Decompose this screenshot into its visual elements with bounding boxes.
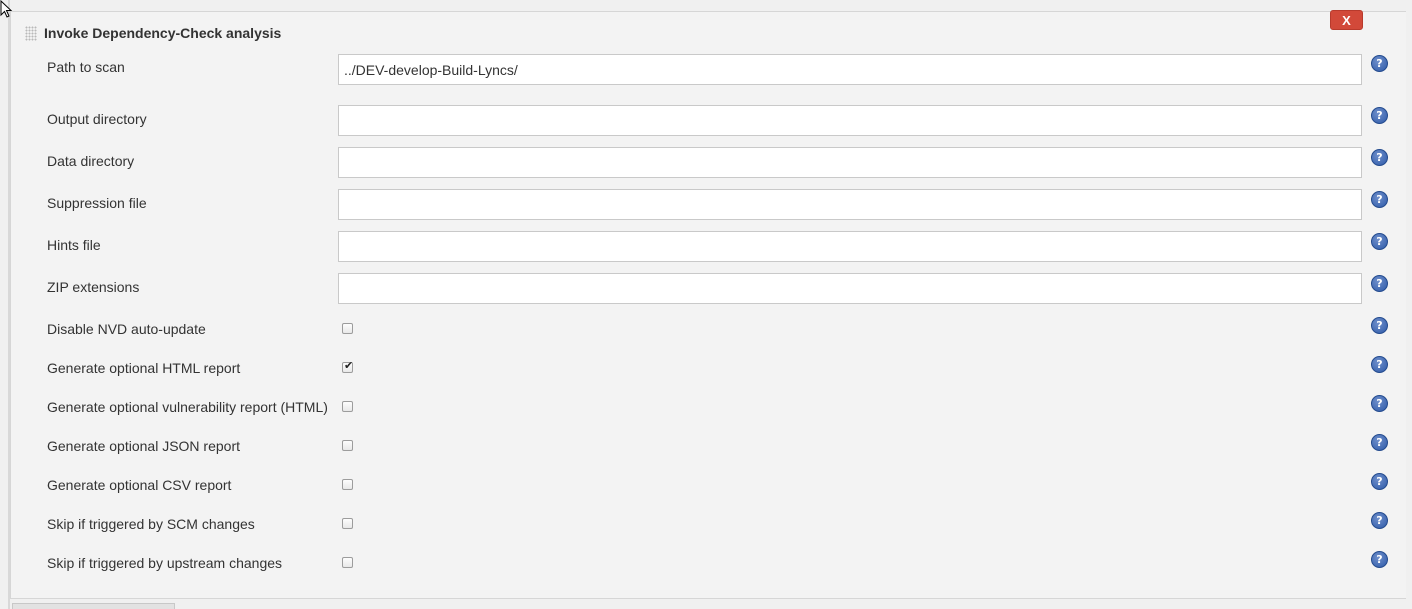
data-directory-label: Data directory <box>47 153 135 169</box>
suppression-file-input[interactable] <box>338 189 1362 220</box>
help-icon[interactable]: ? <box>1371 473 1388 490</box>
path-to-scan-label: Path to scan <box>47 59 125 75</box>
help-icon[interactable]: ? <box>1371 551 1388 568</box>
help-icon[interactable]: ? <box>1371 512 1388 529</box>
next-section-tab[interactable] <box>12 603 175 609</box>
help-icon[interactable]: ? <box>1371 434 1388 451</box>
mouse-cursor-icon <box>0 0 13 18</box>
json-report-checkbox[interactable] <box>342 440 353 451</box>
path-to-scan-input[interactable] <box>338 54 1362 85</box>
section-title: Invoke Dependency-Check analysis <box>44 25 282 41</box>
csv-report-checkbox[interactable] <box>342 479 353 490</box>
skip-upstream-changes-checkbox[interactable] <box>342 557 353 568</box>
hints-file-input[interactable] <box>338 231 1362 262</box>
help-icon[interactable]: ? <box>1371 317 1388 334</box>
zip-extensions-input[interactable] <box>338 273 1362 304</box>
vulnerability-report-label: Generate optional vulnerability report (… <box>47 399 328 415</box>
help-icon[interactable]: ? <box>1371 107 1388 124</box>
help-icon[interactable]: ? <box>1371 55 1388 72</box>
checkmark-icon: ✔ <box>344 360 354 372</box>
suppression-file-label: Suppression file <box>47 195 147 211</box>
html-report-label: Generate optional HTML report <box>47 360 241 376</box>
drag-handle-icon[interactable] <box>25 26 37 41</box>
help-icon[interactable]: ? <box>1371 395 1388 412</box>
help-icon[interactable]: ? <box>1371 275 1388 292</box>
csv-report-label: Generate optional CSV report <box>47 477 232 493</box>
json-report-label: Generate optional JSON report <box>47 438 240 454</box>
help-icon[interactable]: ? <box>1371 191 1388 208</box>
output-directory-input[interactable] <box>338 105 1362 136</box>
hints-file-label: Hints file <box>47 237 101 253</box>
disable-nvd-auto-update-checkbox[interactable] <box>342 323 353 334</box>
output-directory-label: Output directory <box>47 111 147 127</box>
vulnerability-report-checkbox[interactable] <box>342 401 353 412</box>
skip-scm-changes-checkbox[interactable] <box>342 518 353 529</box>
skip-upstream-changes-label: Skip if triggered by upstream changes <box>47 555 283 571</box>
html-report-checkbox[interactable]: ✔ <box>342 360 354 373</box>
skip-scm-changes-label: Skip if triggered by SCM changes <box>47 516 255 532</box>
build-step-panel <box>10 11 1406 599</box>
zip-extensions-label: ZIP extensions <box>47 279 140 295</box>
data-directory-input[interactable] <box>338 147 1362 178</box>
help-icon[interactable]: ? <box>1371 149 1388 166</box>
help-icon[interactable]: ? <box>1371 356 1388 373</box>
help-icon[interactable]: ? <box>1371 233 1388 250</box>
disable-nvd-auto-update-label: Disable NVD auto-update <box>47 321 206 337</box>
delete-step-button[interactable]: X <box>1330 10 1363 30</box>
